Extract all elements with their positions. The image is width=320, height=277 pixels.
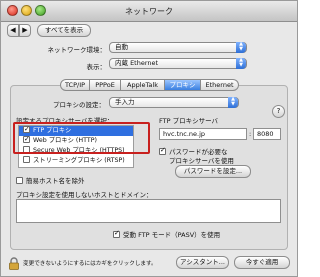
window-title: ネットワーク xyxy=(125,7,173,16)
proxy-server-title: FTP プロキシサーバ xyxy=(159,117,219,125)
display-label: 表示： xyxy=(86,63,107,71)
assistant-button[interactable]: アシスタント... xyxy=(176,256,229,269)
display-popup[interactable]: 内蔵 Ethernet ▲ ▼ xyxy=(109,58,247,69)
highlight-box xyxy=(13,122,150,154)
proxy-port-input[interactable]: 8080 xyxy=(253,128,281,140)
back-button[interactable]: ◀ xyxy=(7,24,19,37)
proxy-setting-label: プロキシの設定： xyxy=(53,101,105,109)
proxy-server-input[interactable]: hvc.tnc.ne.jp xyxy=(159,128,247,140)
bypass-label: プロキシ設定を使用しないホストとドメイン： xyxy=(16,191,153,199)
passive-ftp-checkbox-row[interactable]: 受動 FTP モード（PASV）を使用 xyxy=(113,229,220,239)
password-required-label-2: プロキシサーバを使用 xyxy=(169,157,234,165)
display-value: 内蔵 Ethernet xyxy=(115,59,159,67)
tab-ethernet[interactable]: Ethernet xyxy=(201,79,239,91)
toolbar: ◀ ▶ すべてを表示 xyxy=(1,22,297,41)
apply-button[interactable]: 今すぐ適用 xyxy=(234,256,290,269)
set-password-button[interactable]: パスワードを設定... xyxy=(175,165,251,178)
tab-pppoe[interactable]: PPPoE xyxy=(90,79,121,91)
checkbox[interactable] xyxy=(159,146,166,155)
list-item[interactable]: ストリーミングプロキシ (RTSP) xyxy=(19,155,133,166)
port-separator: : xyxy=(249,130,252,138)
popup-arrows-icon: ▲ ▼ xyxy=(228,97,238,108)
simple-hostnames-checkbox-row[interactable]: 簡易ホスト名を除外 xyxy=(16,175,85,185)
preferences-window: ネットワーク ◀ ▶ すべてを表示 ネットワーク環境： 自動 ▲ ▼ 表示： 内蔵… xyxy=(0,0,298,277)
forward-button[interactable]: ▶ xyxy=(19,24,31,37)
lock-text: 変更できないようにするにはカギをクリックします。 xyxy=(23,261,157,267)
tab-bar: TCP/IP PPPoE AppleTalk プロキシ Ethernet xyxy=(60,79,239,91)
checkbox[interactable] xyxy=(113,229,120,238)
proxy-setting-value: 手入力 xyxy=(115,98,135,106)
show-all-button[interactable]: すべてを表示 xyxy=(37,24,91,37)
checkbox[interactable] xyxy=(16,176,23,184)
lock-icon[interactable] xyxy=(8,257,20,270)
bypass-hosts-textarea[interactable] xyxy=(16,199,281,223)
popup-arrows-icon: ▲ ▼ xyxy=(236,58,246,69)
popup-arrows-icon: ▲ ▼ xyxy=(236,42,246,53)
proxy-setting-popup[interactable]: 手入力 ▲ ▼ xyxy=(109,97,239,108)
environment-popup[interactable]: 自動 ▲ ▼ xyxy=(109,42,247,53)
title-bar: ネットワーク xyxy=(1,1,297,22)
checkbox[interactable] xyxy=(23,155,30,163)
environment-label: ネットワーク環境： xyxy=(47,46,107,54)
tab-proxy[interactable]: プロキシ xyxy=(165,79,201,91)
tab-appletalk[interactable]: AppleTalk xyxy=(121,79,165,91)
environment-value: 自動 xyxy=(115,43,128,51)
tab-tcpip[interactable]: TCP/IP xyxy=(60,79,90,91)
help-icon[interactable]: ? xyxy=(272,105,285,118)
